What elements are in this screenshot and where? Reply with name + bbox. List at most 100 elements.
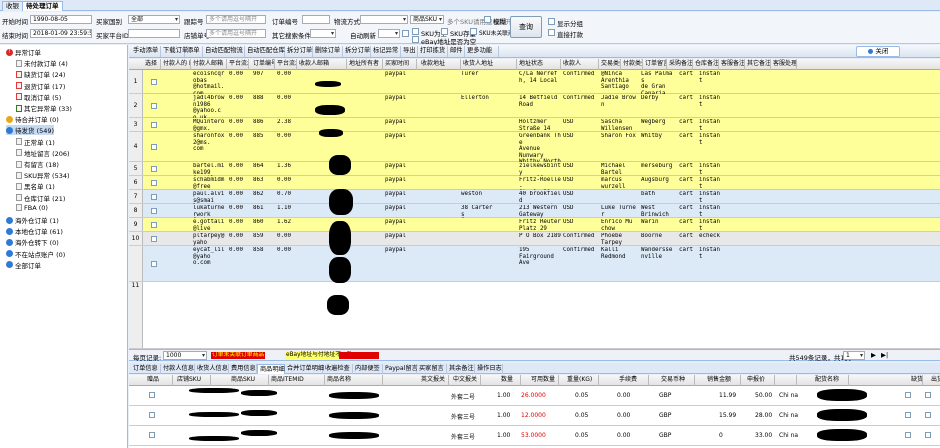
items-col-header[interactable]: 中文报关 [451, 375, 481, 386]
row-checkbox[interactable] [151, 194, 157, 200]
items-col-header[interactable]: 缺货 [909, 375, 923, 386]
tree-item[interactable]: 待发货 (549) [6, 125, 55, 136]
items-col-header[interactable]: 商品名称 [325, 375, 383, 386]
items-col-header[interactable] [777, 375, 797, 386]
items-col-header[interactable]: 商品ITEMID [269, 375, 325, 386]
grid-col-header[interactable]: 地址所有者 [347, 59, 383, 70]
table-row[interactable]: 外套三号 1.00 12.0000 0.05 0.00 GBP 15.99 28.00 Chi … [129, 406, 940, 426]
close-button[interactable]: ● 关闭 [856, 46, 900, 57]
grid-col-header[interactable]: 订单留言 [643, 59, 667, 70]
tree-item[interactable]: 其它异常单 (33) [16, 103, 72, 113]
order-no-input[interactable] [302, 15, 330, 24]
end-time-input[interactable]: 2018-01-09 23:59:5 [30, 29, 92, 38]
toolbar-button[interactable]: 删除订单 [313, 46, 343, 57]
table-row[interactable]: 8lukaturnerwork @yahoo.com0.008611.10pay… [129, 204, 940, 231]
tree-item[interactable]: 退货订单 (17) [16, 81, 65, 91]
show-group-checkbox[interactable] [548, 18, 555, 25]
out-of-stock-checkbox[interactable] [905, 392, 911, 398]
items-col-header[interactable]: 交易币种 [659, 375, 695, 386]
gift-checkbox[interactable] [149, 412, 155, 418]
detail-tab[interactable]: 买家留言 [417, 364, 447, 374]
ship-method-select[interactable] [360, 15, 408, 24]
toolbar-button[interactable]: 更多功能 [465, 46, 499, 57]
tree-item[interactable]: 缺货订单 (24) [16, 69, 65, 79]
tree-item[interactable]: 未付款订单 (4) [16, 58, 68, 68]
store-order-input[interactable]: 多个请用逗号隔开 [206, 29, 266, 38]
out-of-stock-checkbox[interactable] [905, 432, 911, 438]
table-row[interactable]: 2jadl4brown1986 @yahoo.co.uk0.008880.00p… [129, 94, 940, 121]
items-col-header[interactable]: 手续费 [617, 375, 649, 386]
direct-print-checkbox[interactable] [548, 29, 555, 36]
toolbar-button[interactable]: 拆分订单 [343, 46, 371, 57]
tree-item[interactable]: 不在站点账户 (0) [6, 249, 65, 259]
detail-tab[interactable]: 操作日志 [475, 364, 503, 374]
tab-pending-orders[interactable]: 待处理订单 [22, 1, 63, 11]
table-row[interactable]: 6schabmidm@free net.de0.008630.00paypalF… [129, 176, 940, 196]
shipped-checkbox[interactable] [925, 392, 931, 398]
row-checkbox[interactable] [151, 222, 157, 228]
last-page-icon[interactable]: ▶| [881, 351, 888, 359]
detail-tab[interactable]: 其余备注 [447, 364, 475, 374]
tree-item[interactable]: ! 异常订单 [6, 47, 41, 57]
detail-tab[interactable]: 内部便签 [353, 364, 383, 374]
tree-item[interactable]: 全部订单 [6, 260, 41, 270]
table-row[interactable]: 5bartel.mike199 @gmail.com0.008641.36pay… [129, 162, 940, 189]
sku-unrelated-checkbox[interactable] [470, 28, 477, 35]
row-checkbox[interactable] [151, 261, 157, 267]
tree-item[interactable]: 本地仓订单 (61) [6, 226, 63, 236]
query-button[interactable]: 查询 [510, 16, 542, 38]
tab-cashier[interactable]: 收银 [2, 1, 23, 11]
row-checkbox[interactable] [151, 103, 157, 109]
grid-col-header[interactable]: 平台流水 [227, 59, 249, 70]
grid-col-header[interactable]: 其它备注 [745, 59, 771, 70]
table-row[interactable]: 9e.gottali@live .de0.008601.62paypalFrit… [129, 218, 940, 238]
detail-tab[interactable]: 费用信息 [229, 364, 257, 374]
detail-tab[interactable]: 收遍检查 [323, 364, 353, 374]
row-checkbox[interactable] [151, 180, 157, 186]
tree-item[interactable]: 海外仓订单 (1) [6, 215, 59, 225]
toolbar-button[interactable]: 下载订单 [161, 46, 188, 57]
detail-tab[interactable]: 付款人信息 [161, 364, 195, 374]
product-select[interactable]: 商品SKU [410, 15, 444, 24]
toolbar-button[interactable]: 自动匹配仓库 [245, 46, 285, 57]
table-row[interactable]: 外套二号 1.00 26.0000 0.05 0.00 GBP 11.99 50.00 Chi … [129, 386, 940, 406]
items-col-header[interactable]: 重量(KG) [565, 375, 599, 386]
toolbar-button[interactable]: 手动添单 [131, 46, 161, 57]
detail-tab[interactable]: 商品明细 [257, 364, 285, 374]
items-col-header[interactable]: 申报价 [745, 375, 775, 386]
tree-item[interactable]: 黑名单 (1) [16, 181, 55, 191]
shipped-checkbox[interactable] [925, 432, 931, 438]
items-col-header[interactable]: 赠品 [145, 375, 173, 386]
grid-col-header[interactable]: 仓库备注 [693, 59, 719, 70]
shipped-checkbox[interactable] [925, 412, 931, 418]
tree-item[interactable]: 地址留言 (206) [16, 148, 70, 158]
detail-tab[interactable]: 合并订单明细 [285, 364, 324, 374]
out-of-stock-checkbox[interactable] [905, 412, 911, 418]
row-checkbox[interactable] [151, 122, 157, 128]
table-row[interactable]: 1ecoisncqrobas @hotmail.com0.009070.00pa… [129, 70, 940, 97]
grid-col-header[interactable]: 选择 [143, 59, 161, 70]
grid-col-header[interactable]: 客服处理 [771, 59, 797, 70]
sku-stock-checkbox[interactable] [441, 28, 448, 35]
grid-col-header[interactable]: 付款人邮箱 [191, 59, 227, 70]
grid-col-header[interactable]: 付款类型 [621, 59, 643, 70]
buyer-country-select[interactable]: 全部 [128, 15, 180, 24]
items-col-header[interactable]: 英文报关 [419, 375, 449, 386]
tree-item[interactable]: SKU异常 (534) [16, 170, 70, 180]
table-row[interactable]: 7paul.alvis@smai l.com0.008620.70paypalw… [129, 190, 940, 210]
auto-refresh-checkbox[interactable] [402, 30, 409, 37]
auto-refresh-select[interactable] [378, 29, 400, 38]
items-col-header[interactable]: 商品SKU [229, 375, 269, 386]
toolbar-button[interactable]: 打印拣货 [418, 46, 448, 57]
sku-empty-checkbox[interactable] [412, 28, 419, 35]
tree-item[interactable]: 仓库订单 (21) [16, 193, 65, 203]
tree-item[interactable]: 海外仓转下 (0) [6, 237, 59, 247]
row-checkbox[interactable] [151, 79, 157, 85]
items-col-header[interactable]: 店铺SKU [175, 375, 211, 386]
table-row[interactable]: 4 sharonfox2@ms. com 0.00 885 0.00 paypal Gree… [129, 132, 940, 172]
row-checkbox[interactable] [151, 166, 157, 172]
grid-col-header[interactable]: 收货人地址 [461, 59, 517, 70]
detail-tab[interactable]: 收货人信息 [195, 364, 229, 374]
detail-tab[interactable]: 订单信息 [131, 364, 161, 374]
fuzzy-checkbox[interactable] [484, 16, 491, 23]
